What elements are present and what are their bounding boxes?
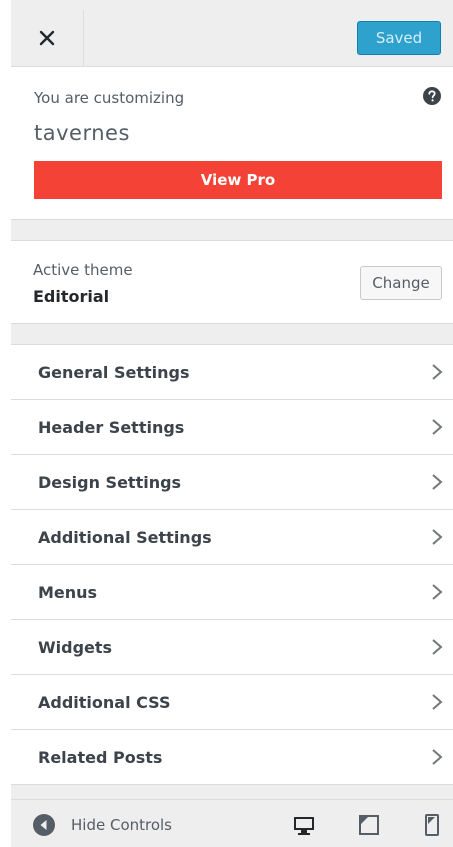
active-theme-label: Active theme (33, 261, 133, 279)
menu-item-header-settings[interactable]: Header Settings (11, 400, 453, 455)
hide-controls-button[interactable]: Hide Controls (33, 814, 172, 836)
chevron-right-icon (432, 419, 443, 435)
tablet-icon[interactable] (358, 814, 380, 836)
help-circle-icon[interactable] (423, 87, 441, 105)
active-theme-section: Active theme Editorial Change (11, 240, 453, 324)
menu-item-label: Design Settings (38, 472, 182, 492)
mobile-icon[interactable] (421, 814, 443, 836)
collapse-arrow-icon (33, 814, 55, 836)
chevron-right-icon (432, 364, 443, 380)
menu-item-design-settings[interactable]: Design Settings (11, 455, 453, 510)
chevron-right-icon (432, 584, 443, 600)
chevron-right-icon (432, 639, 443, 655)
menu-item-related-posts[interactable]: Related Posts (11, 730, 453, 785)
customizing-label: You are customizing (34, 89, 185, 107)
menu-item-menus[interactable]: Menus (11, 565, 453, 620)
customizer-panel: Saved You are customizing tavernes View … (11, 0, 453, 847)
desktop-icon[interactable] (293, 814, 315, 836)
site-name: tavernes (34, 121, 130, 145)
menu-item-general-settings[interactable]: General Settings (11, 345, 453, 400)
view-pro-button[interactable]: View Pro (34, 161, 442, 199)
menu-item-label: General Settings (38, 362, 190, 382)
customizer-header: Saved (11, 10, 453, 67)
menu-item-label: Additional Settings (38, 527, 212, 547)
customizer-footer: Hide Controls (11, 799, 453, 847)
customizer-menu: General Settings Header Settings Design … (11, 344, 453, 785)
menu-item-additional-settings[interactable]: Additional Settings (11, 510, 453, 565)
close-icon (39, 30, 55, 46)
chevron-right-icon (432, 694, 443, 710)
menu-item-label: Menus (38, 582, 98, 602)
customizing-info: You are customizing tavernes View Pro (11, 67, 453, 220)
chevron-right-icon (432, 749, 443, 765)
active-theme-name: Editorial (33, 287, 110, 306)
menu-item-widgets[interactable]: Widgets (11, 620, 453, 675)
menu-item-label: Widgets (38, 637, 113, 657)
close-button[interactable] (11, 10, 84, 66)
menu-item-label: Related Posts (38, 747, 163, 767)
chevron-right-icon (432, 529, 443, 545)
menu-item-additional-css[interactable]: Additional CSS (11, 675, 453, 730)
hide-controls-label: Hide Controls (71, 816, 173, 834)
chevron-right-icon (432, 474, 443, 490)
saved-button[interactable]: Saved (357, 21, 441, 55)
menu-item-label: Header Settings (38, 417, 185, 437)
change-theme-button[interactable]: Change (360, 266, 442, 300)
menu-item-label: Additional CSS (38, 692, 171, 712)
